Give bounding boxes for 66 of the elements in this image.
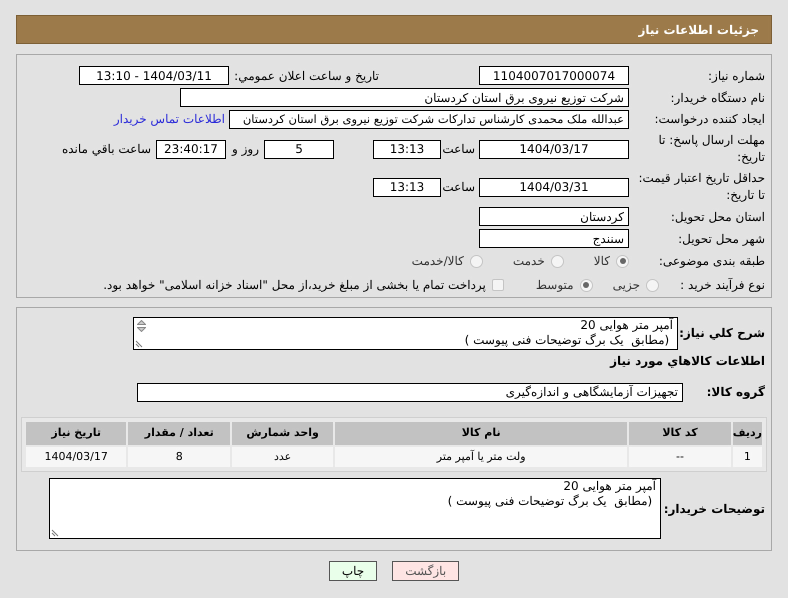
table-cell: 8 xyxy=(128,447,230,467)
scroll-arrows-icon[interactable] xyxy=(137,320,146,332)
resize-grip-icon[interactable] xyxy=(51,529,59,537)
text-field[interactable]: کردستان xyxy=(479,207,629,226)
field-label: ایجاد کننده درخواست: xyxy=(653,111,765,128)
option-label: جزیی xyxy=(612,277,640,294)
field-label: ساعت باقي مانده xyxy=(62,141,151,158)
text-field[interactable]: 1404/03/31 xyxy=(479,178,629,197)
text-field[interactable]: 13:13 xyxy=(373,178,441,197)
field-label: طبقه بندی موضوعی: xyxy=(658,253,765,270)
text-field[interactable]: 23:40:17 xyxy=(156,140,226,159)
textarea-text: آمپر متر هوایی 20 (مطابق یک برگ توضیحات فنی پیوست ) xyxy=(464,318,674,348)
text-field[interactable]: 1404/03/17 xyxy=(479,140,629,159)
option-label: کالا/خدمت xyxy=(412,253,464,270)
radio-button[interactable] xyxy=(616,254,629,268)
table-cell: ولت متر یا آمپر متر xyxy=(335,447,628,467)
option-label: متوسط xyxy=(536,277,574,294)
print-button[interactable]: چاپ xyxy=(328,561,378,581)
buyer-contact-link[interactable]: اطلاعات تماس خریدار xyxy=(114,110,225,128)
text-field[interactable]: تجهیزات آزمایشگاهی و اندازه‌گیری xyxy=(137,382,683,402)
field-label: مهلت ارسال پاسخ: تا تاریخ: xyxy=(657,132,765,166)
text-field[interactable]: عبدالله ملک محمدی کارشناس تدارکات شرکت توزیع نیروی برق استان کردستان xyxy=(229,110,629,129)
checkbox[interactable] xyxy=(492,279,504,292)
resize-grip-icon[interactable] xyxy=(135,340,143,348)
section-heading: اطلاعات کالاهاي مورد نیاز xyxy=(610,353,765,370)
text-field[interactable]: 1404/03/11 - 13:10 xyxy=(79,66,229,86)
checkbox-label: پرداخت تمام یا بخشی از مبلغ خرید،از محل "اسناد خزانه اسلامی" خواهد بود. xyxy=(103,277,486,294)
text-field[interactable]: شرکت توزیع نیروی برق استان کردستان xyxy=(180,88,629,108)
buyer-notes-textarea[interactable]: آمپر متر هوایی 20 (مطابق یک برگ توضیحات فنی پیوست ) xyxy=(49,478,661,539)
radio-button[interactable] xyxy=(470,254,483,268)
description-textarea[interactable]: آمپر متر هوایی 20 (مطابق یک برگ توضیحات فنی پیوست ) xyxy=(133,316,678,350)
text-field[interactable]: 1104007017000074 xyxy=(479,66,629,86)
option-label: خدمت xyxy=(512,253,545,270)
field-label: حداقل تاریخ اعتبار قیمت: تا تاریخ: xyxy=(637,170,765,204)
text-field[interactable]: 5 xyxy=(264,140,334,159)
field-label: نام دستگاه خریدار: xyxy=(670,90,765,107)
radio-button[interactable] xyxy=(646,278,659,292)
table-cell: عدد xyxy=(232,447,334,467)
field-label: ساعت xyxy=(441,179,476,196)
radio-button[interactable] xyxy=(580,278,593,292)
text-field[interactable]: سنندج xyxy=(479,229,629,248)
column-header: تعداد / مقدار xyxy=(128,422,230,445)
column-header: واحد شمارش xyxy=(232,422,334,445)
field-label: استان محل تحویل: xyxy=(670,208,765,226)
field-label: ساعت xyxy=(441,141,476,158)
field-label: شهر محل تحویل: xyxy=(677,230,765,248)
textarea-text: آمپر متر هوایی 20 (مطابق یک برگ توضیحات فنی پیوست ) xyxy=(446,479,658,509)
field-label: گروه کالا: xyxy=(706,384,765,401)
table-cell: 1404/03/17 xyxy=(26,447,126,467)
field-label: روز و xyxy=(232,141,259,158)
field-label: شرح کلي نیاز: xyxy=(678,325,765,342)
column-header: کد کالا xyxy=(629,422,731,445)
table-cell: 1 xyxy=(732,447,762,467)
column-header: نام کالا xyxy=(335,422,628,445)
page-title: جزئیات اطلاعات نیاز xyxy=(638,22,759,38)
field-label: شماره نیاز: xyxy=(707,68,765,85)
text-field[interactable]: 13:13 xyxy=(373,140,441,159)
table-cell: -- xyxy=(629,447,731,467)
column-header: ردیف xyxy=(732,422,762,445)
field-label: توضیحات خریدار: xyxy=(662,500,765,518)
field-label: تاریخ و ساعت اعلان عمومي: xyxy=(233,68,379,85)
back-button[interactable]: بازگشت xyxy=(392,561,460,581)
field-label: نوع فرآیند خرید : xyxy=(679,277,765,294)
column-header: تاریخ نیاز xyxy=(26,422,126,445)
radio-button[interactable] xyxy=(550,254,564,268)
option-label: کالا xyxy=(594,253,610,270)
